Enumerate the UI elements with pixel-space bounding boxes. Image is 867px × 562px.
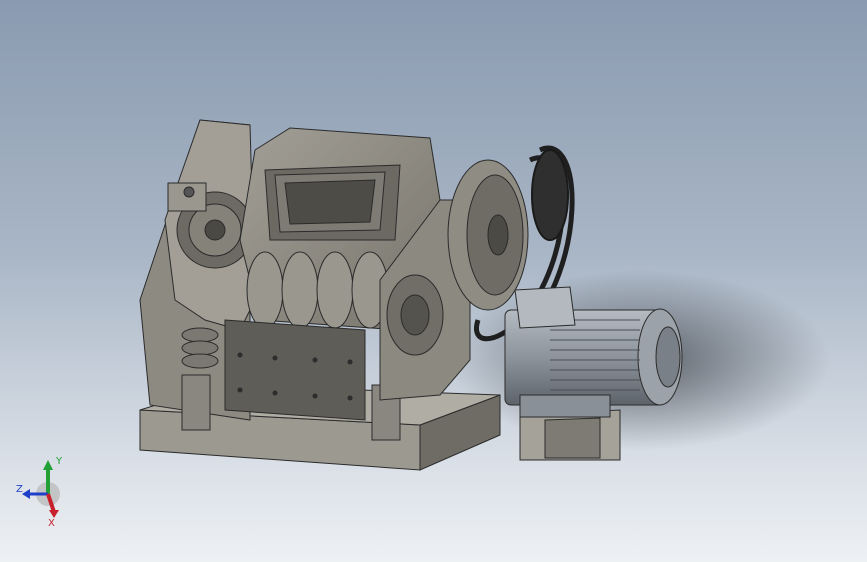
graphics-viewport[interactable]: Y Z X — [0, 0, 867, 562]
y-axis-label: Y — [55, 456, 63, 467]
flywheel-pulley[interactable] — [447, 159, 529, 311]
axis-triad: Y Z X — [14, 452, 78, 529]
x-axis-label: X — [48, 518, 55, 528]
axis-triad-graphic: Y Z X — [16, 456, 63, 529]
z-axis-label: Z — [16, 484, 23, 495]
roll-crusher-model[interactable] — [0, 0, 867, 562]
